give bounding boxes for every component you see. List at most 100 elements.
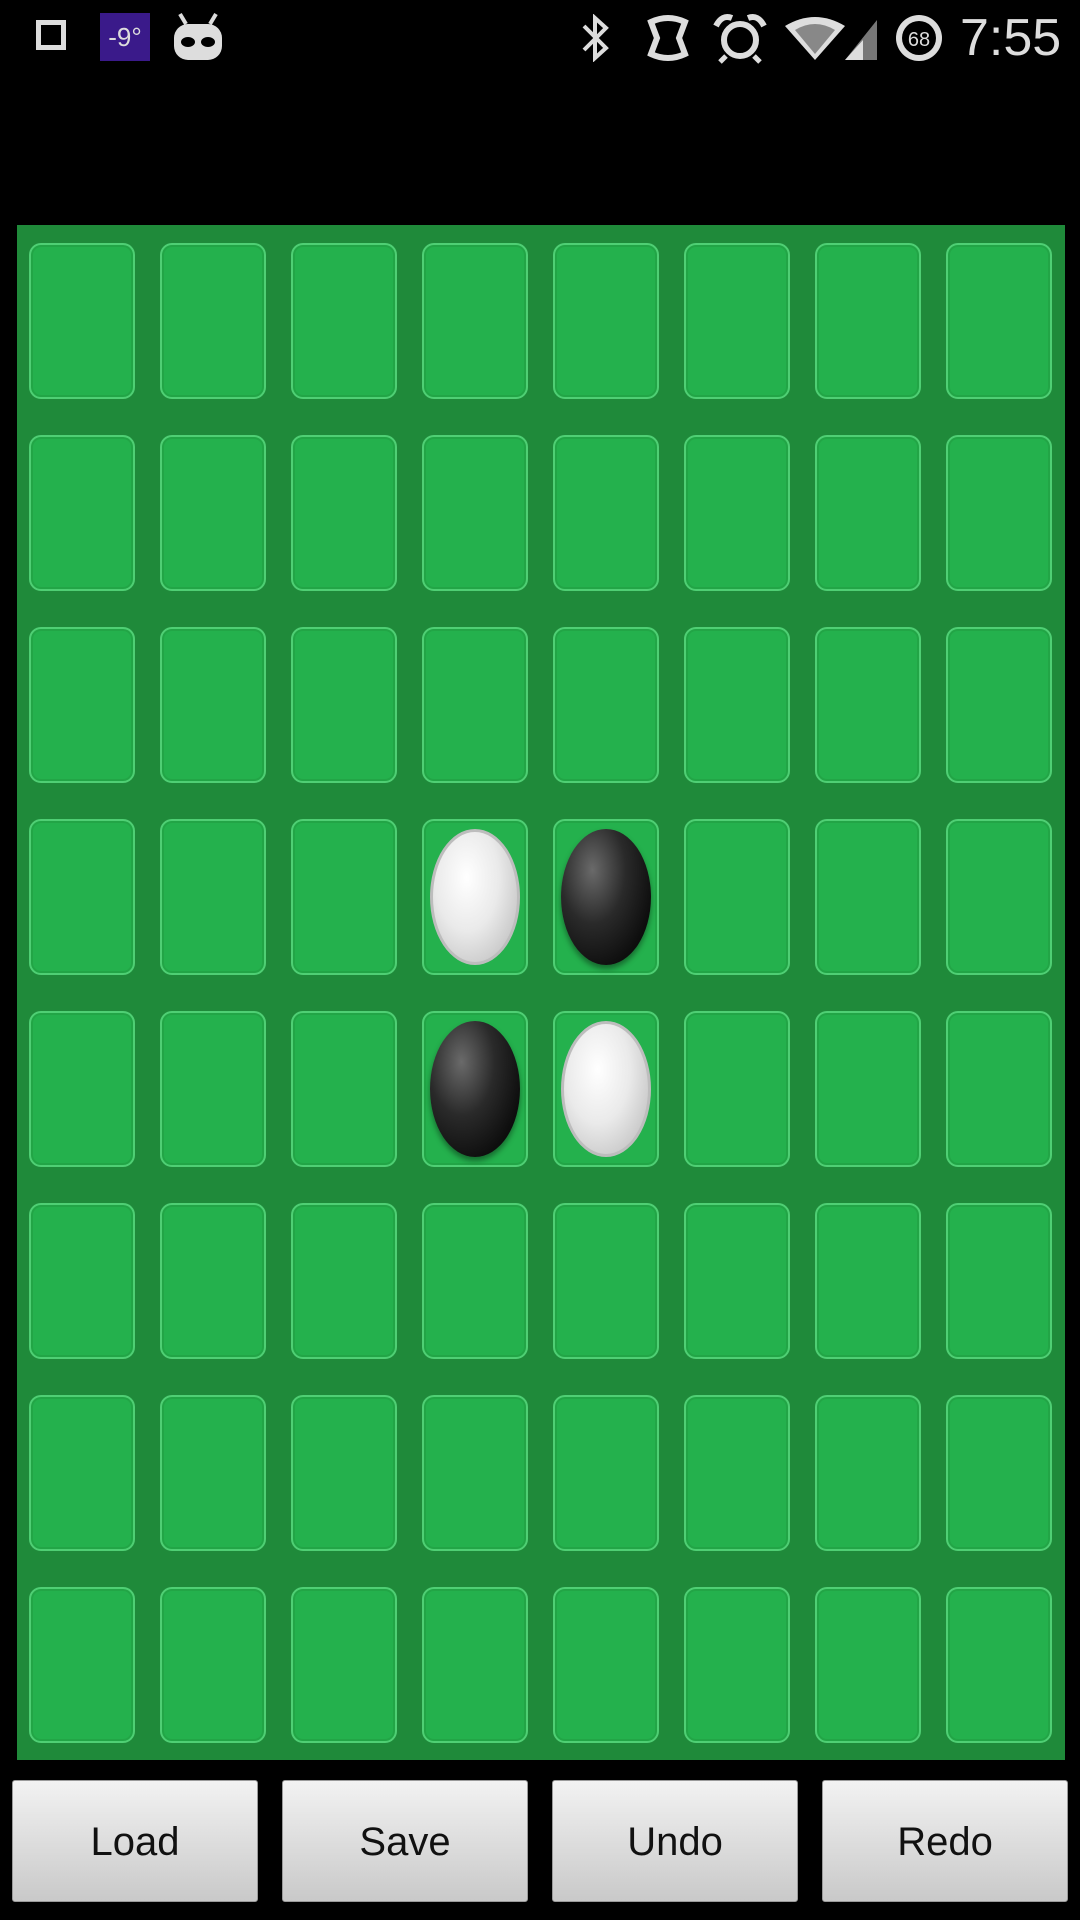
board-cell [279, 609, 410, 801]
board-square[interactable] [553, 627, 659, 783]
board-square[interactable] [422, 1203, 528, 1359]
board-square[interactable] [946, 627, 1052, 783]
board-square[interactable] [684, 435, 790, 591]
board-cell [279, 1377, 410, 1569]
action-buttons: Load Save Undo Redo [0, 1780, 1080, 1902]
board-square[interactable] [946, 1203, 1052, 1359]
board-square[interactable] [29, 1587, 135, 1743]
board-square[interactable] [29, 243, 135, 399]
black-piece [430, 1021, 520, 1157]
board-square[interactable] [422, 819, 528, 975]
board-square[interactable] [160, 1587, 266, 1743]
board-square[interactable] [160, 1011, 266, 1167]
board-square[interactable] [815, 435, 921, 591]
board-cell [672, 1377, 803, 1569]
board-cell [17, 1185, 148, 1377]
board-square[interactable] [946, 1587, 1052, 1743]
board-cell [803, 1185, 934, 1377]
board-cell [148, 609, 279, 801]
board-square[interactable] [815, 627, 921, 783]
board-square[interactable] [684, 1587, 790, 1743]
board-square[interactable] [291, 1203, 397, 1359]
board-cell [541, 417, 672, 609]
redo-button[interactable]: Redo [822, 1780, 1068, 1902]
board-square[interactable] [29, 435, 135, 591]
board-square[interactable] [291, 1587, 397, 1743]
board-cell [803, 609, 934, 801]
board-cell [410, 1569, 541, 1761]
board-square[interactable] [946, 819, 1052, 975]
board-square[interactable] [553, 243, 659, 399]
board-square[interactable] [553, 1587, 659, 1743]
board-cell [803, 1377, 934, 1569]
board-square[interactable] [422, 627, 528, 783]
load-button[interactable]: Load [12, 1780, 258, 1902]
board-square[interactable] [553, 1011, 659, 1167]
board-cell [148, 417, 279, 609]
board-square[interactable] [684, 243, 790, 399]
board-square[interactable] [291, 243, 397, 399]
square-notification-icon [36, 20, 66, 50]
board-square[interactable] [946, 1395, 1052, 1551]
board-square[interactable] [29, 1395, 135, 1551]
board-square[interactable] [946, 1011, 1052, 1167]
android-bot-icon [174, 12, 222, 60]
board-square[interactable] [291, 1011, 397, 1167]
board-cell [279, 225, 410, 417]
board-square[interactable] [422, 435, 528, 591]
board-square[interactable] [422, 1395, 528, 1551]
board-square[interactable] [684, 1395, 790, 1551]
board-square[interactable] [553, 1395, 659, 1551]
board-square[interactable] [29, 1203, 135, 1359]
board-square[interactable] [291, 819, 397, 975]
board-square[interactable] [815, 1395, 921, 1551]
board-cell [541, 1569, 672, 1761]
board-square[interactable] [29, 1011, 135, 1167]
board-cell [148, 1569, 279, 1761]
board-square[interactable] [815, 1587, 921, 1743]
board-square[interactable] [29, 819, 135, 975]
board-square[interactable] [291, 1395, 397, 1551]
board-square[interactable] [160, 243, 266, 399]
board-square[interactable] [684, 1011, 790, 1167]
board-square[interactable] [160, 627, 266, 783]
board-cell [934, 1185, 1065, 1377]
board-square[interactable] [422, 1011, 528, 1167]
board-square[interactable] [160, 1395, 266, 1551]
board-square[interactable] [684, 819, 790, 975]
board-square[interactable] [291, 627, 397, 783]
board-square[interactable] [815, 819, 921, 975]
board-cell [803, 417, 934, 609]
board-square[interactable] [160, 819, 266, 975]
board-square[interactable] [291, 435, 397, 591]
board-cell [410, 993, 541, 1185]
board-square[interactable] [422, 243, 528, 399]
board-square[interactable] [946, 435, 1052, 591]
board-cell [672, 801, 803, 993]
board-square[interactable] [160, 435, 266, 591]
board-cell [279, 801, 410, 993]
board-cell [541, 1185, 672, 1377]
board-square[interactable] [422, 1587, 528, 1743]
board-cell [17, 801, 148, 993]
board-square[interactable] [946, 243, 1052, 399]
board-square[interactable] [553, 819, 659, 975]
board-square[interactable] [29, 627, 135, 783]
board-square[interactable] [815, 1011, 921, 1167]
save-button[interactable]: Save [282, 1780, 528, 1902]
status-bar: -9° 68 7:55 [0, 0, 1080, 75]
board-square[interactable] [815, 243, 921, 399]
board-square[interactable] [684, 627, 790, 783]
board-cell [410, 801, 541, 993]
board-cell [410, 1377, 541, 1569]
board-cell [934, 417, 1065, 609]
board-square[interactable] [553, 435, 659, 591]
board-square[interactable] [160, 1203, 266, 1359]
board-cell [279, 1569, 410, 1761]
board-cell [279, 1185, 410, 1377]
board-square[interactable] [553, 1203, 659, 1359]
board-cell [672, 609, 803, 801]
board-square[interactable] [684, 1203, 790, 1359]
board-square[interactable] [815, 1203, 921, 1359]
undo-button[interactable]: Undo [552, 1780, 798, 1902]
